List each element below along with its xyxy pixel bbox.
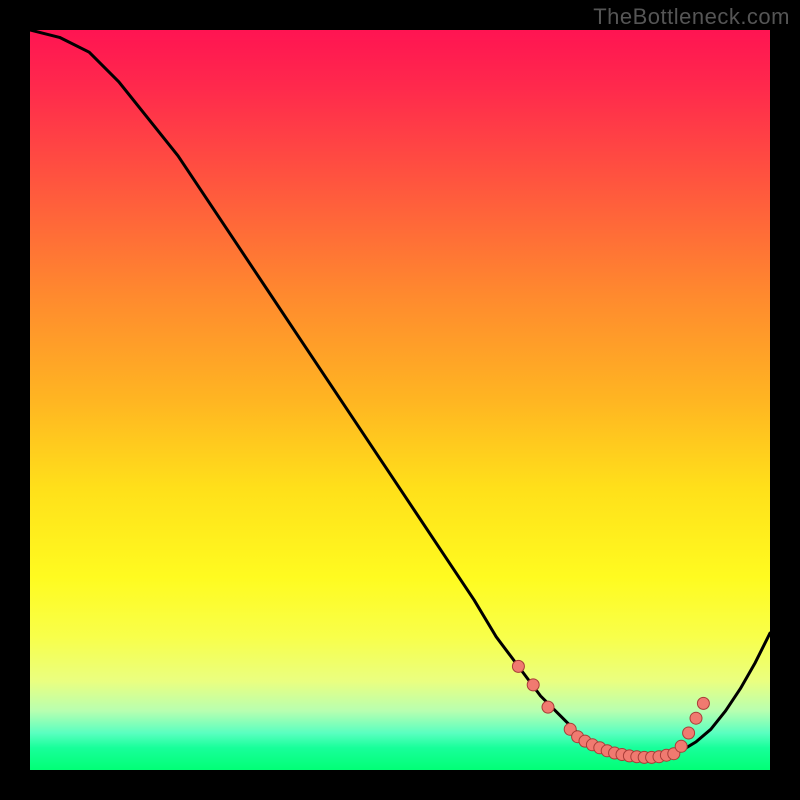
data-marker	[542, 701, 554, 713]
data-marker	[512, 660, 524, 672]
data-marker	[527, 679, 539, 691]
data-marker	[690, 712, 702, 724]
source-watermark: TheBottleneck.com	[593, 4, 790, 30]
marker-group	[512, 660, 709, 763]
curve-layer	[30, 30, 770, 770]
bottleneck-curve	[30, 30, 770, 757]
chart-container: TheBottleneck.com	[0, 0, 800, 800]
data-marker	[683, 727, 695, 739]
plot-area	[30, 30, 770, 770]
data-marker	[675, 740, 687, 752]
data-marker	[697, 697, 709, 709]
